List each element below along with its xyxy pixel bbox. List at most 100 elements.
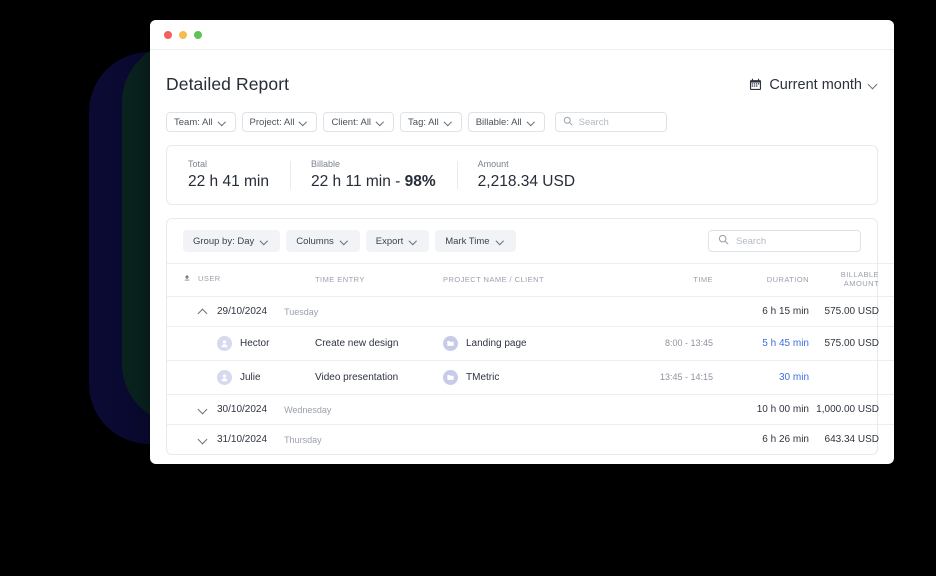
summary-card: Total 22 h 41 min Billable 22 h 11 min -… [166, 145, 878, 205]
group-duration: 10 h 00 min [713, 394, 809, 425]
table-row[interactable]: Hector Create new design Landing page 8:… [167, 326, 894, 361]
filter-client[interactable]: Client: All [323, 112, 395, 132]
app-window: Detailed Report Current month Team: All … [150, 20, 894, 464]
page-title: Detailed Report [166, 74, 290, 94]
maximize-window-icon[interactable] [194, 30, 202, 39]
row-user-cell: Hector [167, 326, 315, 361]
table-group-row[interactable]: 29/10/2024 Tuesday 6 h 15 min 575.00 USD [167, 296, 894, 327]
group-amount: 1,000.00 USD [809, 394, 894, 425]
mark-time-label: Mark Time [445, 235, 490, 247]
date-range-label: Current month [769, 76, 862, 93]
chevron-down-icon [869, 80, 878, 89]
mark-time-button[interactable]: Mark Time [435, 230, 516, 252]
filter-team[interactable]: Team: All [166, 112, 236, 132]
project-folder-icon [443, 370, 458, 385]
filter-project[interactable]: Project: All [241, 112, 318, 132]
page-content: Detailed Report Current month Team: All … [150, 50, 894, 455]
stat-amount-value: 2,218.34 USD [477, 173, 576, 190]
group-by-label: Group by: Day [193, 235, 255, 247]
table-search-box[interactable]: Search [708, 230, 861, 252]
search-icon [563, 113, 573, 131]
row-project-name: Landing page [466, 338, 527, 349]
close-window-icon[interactable] [164, 30, 172, 39]
chevron-down-icon [341, 237, 350, 246]
filter-search-input[interactable]: Search [579, 117, 609, 128]
filter-billable-label: Billable: All [475, 116, 522, 128]
table-group-row[interactable]: 31/10/2024 Thursday 6 h 26 min 643.34 US… [167, 425, 894, 455]
export-button[interactable]: Export [365, 230, 430, 252]
chevron-up-icon[interactable] [199, 307, 208, 316]
page-header: Detailed Report Current month [166, 50, 878, 95]
chevron-down-icon [300, 118, 309, 127]
row-user-name: Julie [240, 372, 261, 383]
group-amount: 575.00 USD [809, 296, 894, 327]
group-date: 31/10/2024 [217, 434, 268, 445]
group-day: Thursday [284, 434, 322, 445]
filter-tag[interactable]: Tag: All [400, 112, 462, 132]
stat-total: Total 22 h 41 min [167, 159, 290, 191]
group-day: Tuesday [284, 306, 319, 317]
table-toolbar-buttons: Group by: Day Columns Export Mark Time [183, 230, 516, 252]
row-time-entry: Video presentation [315, 360, 443, 395]
export-label: Export [375, 235, 404, 247]
column-header-user[interactable]: USER [167, 263, 315, 297]
row-duration: 30 min [713, 360, 809, 395]
column-header-amount[interactable]: BILLABLE AMOUNT [809, 263, 894, 297]
row-duration: 5 h 45 min [713, 326, 809, 361]
table-header: USER TIME ENTRY PROJECT NAME / CLIENT TI… [167, 263, 894, 297]
row-amount [809, 360, 894, 395]
chevron-down-icon [528, 118, 537, 127]
chevron-down-icon [445, 118, 454, 127]
row-project-cell: Landing page [443, 326, 639, 361]
window-titlebar [150, 20, 894, 50]
group-time-cell [639, 394, 713, 425]
table-group-row[interactable]: 30/10/2024 Wednesday 10 h 00 min 1,000.0… [167, 394, 894, 425]
group-date: 29/10/2024 [217, 306, 268, 317]
chevron-down-icon[interactable] [199, 405, 208, 414]
filter-project-label: Project: All [249, 116, 295, 128]
table-search-input[interactable]: Search [736, 236, 766, 247]
row-project-cell: TMetric [443, 360, 639, 395]
calendar-icon [749, 78, 762, 91]
row-time-entry: Create new design [315, 326, 443, 361]
user-avatar-icon [217, 336, 232, 351]
table-header-row: USER TIME ENTRY PROJECT NAME / CLIENT TI… [167, 263, 894, 297]
user-avatar-icon [217, 370, 232, 385]
group-time-cell [639, 425, 713, 455]
filter-tag-label: Tag: All [408, 116, 439, 128]
stat-billable: Billable 22 h 11 min - 98% [290, 159, 457, 191]
chevron-down-icon[interactable] [199, 435, 208, 444]
chevron-down-icon [377, 118, 386, 127]
group-date-cell: 30/10/2024 Wednesday [167, 394, 639, 425]
group-duration: 6 h 15 min [713, 296, 809, 327]
group-date-cell: 29/10/2024 Tuesday [167, 296, 639, 327]
group-day: Wednesday [284, 404, 332, 415]
columns-button[interactable]: Columns [286, 230, 360, 252]
filter-client-label: Client: All [331, 116, 372, 128]
table-toolbar: Group by: Day Columns Export Mark Time S… [167, 219, 877, 263]
column-header-duration[interactable]: DURATION [713, 263, 809, 297]
column-header-time[interactable]: TIME [639, 263, 713, 297]
filter-search-box[interactable]: Search [554, 112, 667, 132]
column-header-project[interactable]: PROJECT NAME / CLIENT [443, 263, 639, 297]
row-project-name: TMetric [466, 372, 500, 383]
row-time: 8:00 - 13:45 [639, 326, 713, 361]
stat-amount-label: Amount [477, 159, 509, 169]
filter-bar: Team: All Project: All Client: All Tag: … [166, 112, 878, 132]
row-user-name: Hector [240, 338, 270, 349]
group-by-button[interactable]: Group by: Day [183, 230, 281, 252]
minimize-window-icon[interactable] [179, 30, 187, 39]
row-amount: 575.00 USD [809, 326, 894, 361]
group-time-cell [639, 296, 713, 327]
report-table-card: Group by: Day Columns Export Mark Time S… [166, 218, 894, 455]
search-icon [718, 232, 729, 250]
column-header-time-entry[interactable]: TIME ENTRY [315, 263, 443, 297]
date-range-selector[interactable]: Current month [749, 77, 878, 93]
filter-billable[interactable]: Billable: All [467, 112, 545, 132]
report-table: USER TIME ENTRY PROJECT NAME / CLIENT TI… [167, 263, 894, 454]
chevron-down-icon [261, 237, 270, 246]
table-row[interactable]: Julie Video presentation TMetric 13:45 -… [167, 360, 894, 395]
filter-team-label: Team: All [174, 116, 213, 128]
sort-ascending-icon[interactable] [183, 274, 191, 284]
stat-billable-value: 22 h 11 min - 98% [311, 173, 436, 190]
